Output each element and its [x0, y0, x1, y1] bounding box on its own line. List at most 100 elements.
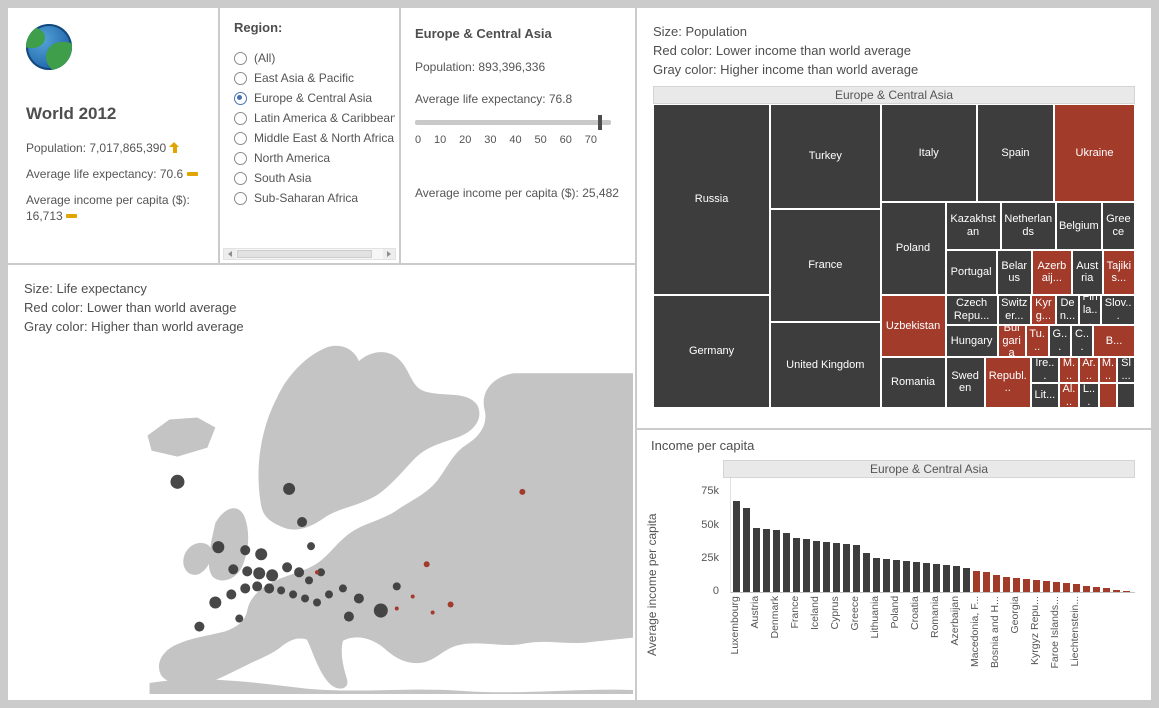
country-dot[interactable]	[242, 566, 252, 576]
treemap-tile-g[interactable]: G...	[1049, 325, 1071, 357]
treemap-tile-bulgaria[interactable]: Bulgaria	[998, 325, 1026, 357]
bar-azerbaijan[interactable]	[953, 566, 960, 592]
country-dot[interactable]	[325, 590, 333, 598]
radio-icon[interactable]	[234, 112, 247, 125]
treemap-tile-den[interactable]: Den...	[1056, 295, 1079, 325]
treemap-tile-hungary[interactable]: Hungary	[946, 325, 998, 357]
region-option-north-america[interactable]: North America	[234, 148, 395, 168]
country-dot[interactable]	[289, 590, 297, 598]
radio-icon[interactable]	[234, 72, 247, 85]
bar-country-27[interactable]	[1003, 577, 1010, 592]
bar-romania[interactable]	[933, 564, 940, 592]
country-dot[interactable]	[307, 542, 315, 550]
bar-country-36[interactable]	[1093, 587, 1100, 592]
bar-country-35[interactable]	[1083, 586, 1090, 592]
treemap-tile-switzer[interactable]: Switzer...	[998, 295, 1031, 325]
bar-country-37[interactable]	[1103, 588, 1110, 592]
treemap-tile-kyrg[interactable]: Kyrg...	[1031, 295, 1056, 325]
bar-country-1[interactable]	[743, 508, 750, 592]
bar-bosnia-and-h[interactable]	[993, 575, 1000, 592]
bar-greece[interactable]	[853, 545, 860, 592]
bar-liechtenstein[interactable]	[1073, 584, 1080, 592]
treemap-tile-austria[interactable]: Austria	[1072, 250, 1103, 295]
radio-icon[interactable]	[234, 52, 247, 65]
treemap-tile-tajikis[interactable]: Tajikis...	[1103, 250, 1135, 295]
bar-country-39[interactable]	[1123, 591, 1130, 592]
bar-denmark[interactable]	[773, 530, 780, 592]
country-dot[interactable]	[431, 611, 435, 615]
radio-icon[interactable]	[234, 132, 247, 145]
bar-country-3[interactable]	[763, 529, 770, 592]
treemap-tile-uzbekistan[interactable]: Uzbekistan	[881, 295, 946, 357]
treemap-tile-belgium[interactable]: Belgium	[1056, 202, 1102, 250]
bar-lithuania[interactable]	[873, 558, 880, 592]
bar-macedonia-f[interactable]	[973, 571, 980, 592]
treemap-tile-sl[interactable]: Sl...	[1117, 357, 1135, 383]
treemap-tile-tu[interactable]: Tu...	[1026, 325, 1049, 357]
treemap-tile-sweden[interactable]: Sweden	[946, 357, 985, 408]
country-dot[interactable]	[255, 548, 267, 560]
country-dot[interactable]	[235, 615, 243, 623]
country-dot[interactable]	[339, 584, 347, 592]
country-dot[interactable]	[344, 612, 354, 622]
country-dot[interactable]	[519, 489, 525, 495]
region-option-east-asia-pacific[interactable]: East Asia & Pacific	[234, 68, 395, 88]
treemap-tile-russia[interactable]: Russia	[653, 104, 770, 295]
country-dot[interactable]	[297, 517, 307, 527]
treemap-tile-united-kingdom[interactable]: United Kingdom	[770, 322, 880, 408]
treemap-tile-m[interactable]: M...	[1059, 357, 1079, 383]
treemap-tile-finla[interactable]: Finla...	[1079, 295, 1101, 325]
scrollbar-thumb[interactable]	[237, 250, 372, 258]
bar-kyrgyz-repu[interactable]	[1033, 580, 1040, 592]
country-dot[interactable]	[301, 594, 309, 602]
country-dot[interactable]	[194, 622, 204, 632]
bar-country-17[interactable]	[903, 561, 910, 592]
region-option-south-asia[interactable]: South Asia	[234, 168, 395, 188]
treemap-tile-c[interactable]: C...	[1071, 325, 1093, 357]
treemap-tile-czech-repu[interactable]: Czech Repu...	[946, 295, 998, 325]
treemap-tile-ar[interactable]: Ar...	[1079, 357, 1099, 383]
bar-country-15[interactable]	[883, 559, 890, 592]
country-dot[interactable]	[170, 475, 184, 489]
bar-country-33[interactable]	[1063, 583, 1070, 592]
country-dot[interactable]	[282, 562, 292, 572]
country-dot[interactable]	[209, 596, 221, 608]
treemap-tile-spain[interactable]: Spain	[977, 104, 1054, 202]
country-dot[interactable]	[411, 594, 415, 598]
treemap-tile-ire[interactable]: Ire...	[1031, 357, 1059, 383]
treemap-tile-item[interactable]	[1117, 383, 1135, 408]
bar-country-21[interactable]	[943, 565, 950, 592]
bar-country-7[interactable]	[803, 539, 810, 592]
treemap-tile-germany[interactable]: Germany	[653, 295, 770, 408]
treemap-tile-greece[interactable]: Greece	[1102, 202, 1135, 250]
treemap-tile-m[interactable]: M...	[1099, 357, 1117, 383]
slider-thumb[interactable]	[598, 115, 602, 130]
country-dot[interactable]	[305, 576, 313, 584]
slider-track[interactable]	[415, 120, 611, 125]
treemap-tile-portugal[interactable]: Portugal	[946, 250, 997, 295]
scrollbar-track[interactable]	[237, 250, 382, 258]
bar-country-23[interactable]	[963, 568, 970, 592]
treemap-tile-turkey[interactable]: Turkey	[770, 104, 880, 209]
country-dot[interactable]	[240, 583, 250, 593]
country-dot[interactable]	[266, 569, 278, 581]
treemap-tile-lit[interactable]: Lit...	[1031, 383, 1059, 408]
treemap-tile-l[interactable]: L...	[1079, 383, 1099, 408]
radio-icon[interactable]	[234, 152, 247, 165]
country-dot[interactable]	[448, 601, 454, 607]
country-dot[interactable]	[393, 582, 401, 590]
bar-country-29[interactable]	[1023, 579, 1030, 592]
country-dot[interactable]	[424, 561, 430, 567]
treemap-tile-italy[interactable]: Italy	[881, 104, 977, 202]
bar-faroe-islands[interactable]	[1053, 582, 1060, 592]
treemap-tile-poland[interactable]: Poland	[881, 202, 946, 295]
bar-france[interactable]	[793, 538, 800, 592]
radio-icon[interactable]	[234, 172, 247, 185]
treemap-tile-slov[interactable]: Slov...	[1101, 295, 1135, 325]
country-dot[interactable]	[264, 583, 274, 593]
bar-country-31[interactable]	[1043, 581, 1050, 592]
country-dot[interactable]	[277, 586, 285, 594]
treemap-tile-item[interactable]	[1099, 383, 1117, 408]
region-option-all[interactable]: (All)	[234, 48, 395, 68]
bar-cyprus[interactable]	[833, 543, 840, 592]
